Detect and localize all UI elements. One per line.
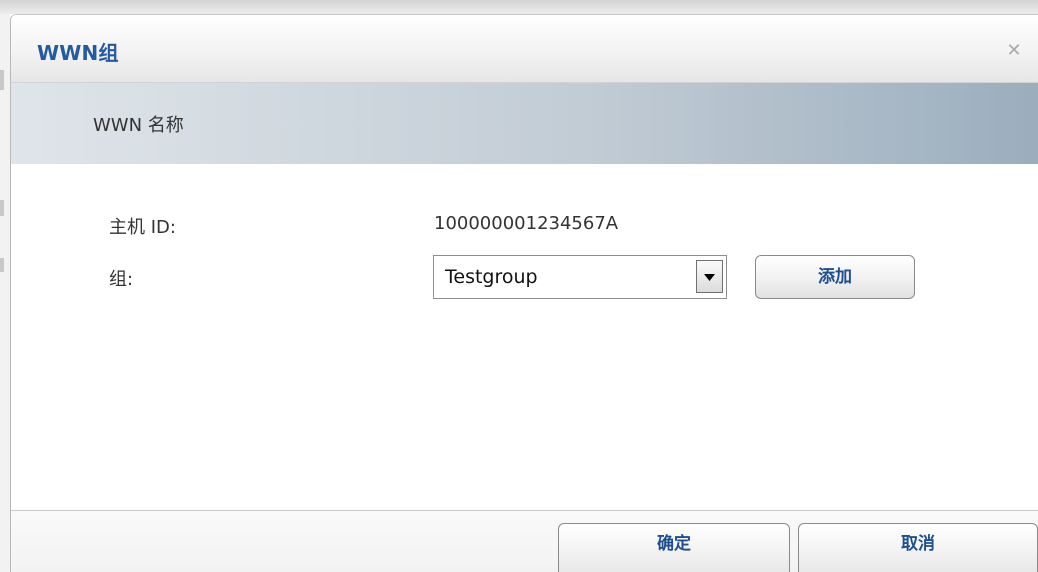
group-label: 组: — [109, 269, 134, 290]
add-group-button[interactable]: 添加 — [755, 255, 915, 299]
host-id-value: 100000001234567A — [434, 213, 619, 234]
cancel-button-label: 取消 — [901, 534, 935, 554]
page: WWN组 ✕ WWN 名称 主机 ID: 100000001234567A 组:… — [0, 0, 1038, 572]
backdrop-mark — [0, 258, 4, 272]
window-top-edge — [0, 0, 1038, 14]
wwn-group-dialog: WWN组 ✕ WWN 名称 主机 ID: 100000001234567A 组:… — [10, 14, 1038, 572]
group-select-value: Testgroup — [445, 266, 538, 288]
section-title: WWN 名称 — [93, 115, 184, 136]
chevron-down-icon — [704, 274, 715, 281]
section-header: WWN 名称 — [11, 83, 1038, 164]
dialog-title: WWN组 — [37, 41, 119, 65]
confirm-button[interactable]: 确定 — [558, 523, 790, 572]
backdrop-mark — [0, 200, 4, 216]
dialog-footer: 确定 取消 — [11, 510, 1038, 572]
group-select[interactable]: Testgroup — [433, 255, 727, 299]
confirm-button-label: 确定 — [657, 534, 691, 554]
add-group-button-label: 添加 — [818, 267, 852, 287]
dialog-titlebar: WWN组 ✕ — [11, 15, 1038, 83]
host-id-label: 主机 ID: — [109, 217, 176, 238]
close-icon[interactable]: ✕ — [1004, 41, 1024, 61]
dropdown-arrow-icon[interactable] — [696, 260, 723, 293]
cancel-button[interactable]: 取消 — [798, 523, 1038, 572]
backdrop-mark — [0, 70, 4, 90]
backdrop — [0, 0, 10, 572]
